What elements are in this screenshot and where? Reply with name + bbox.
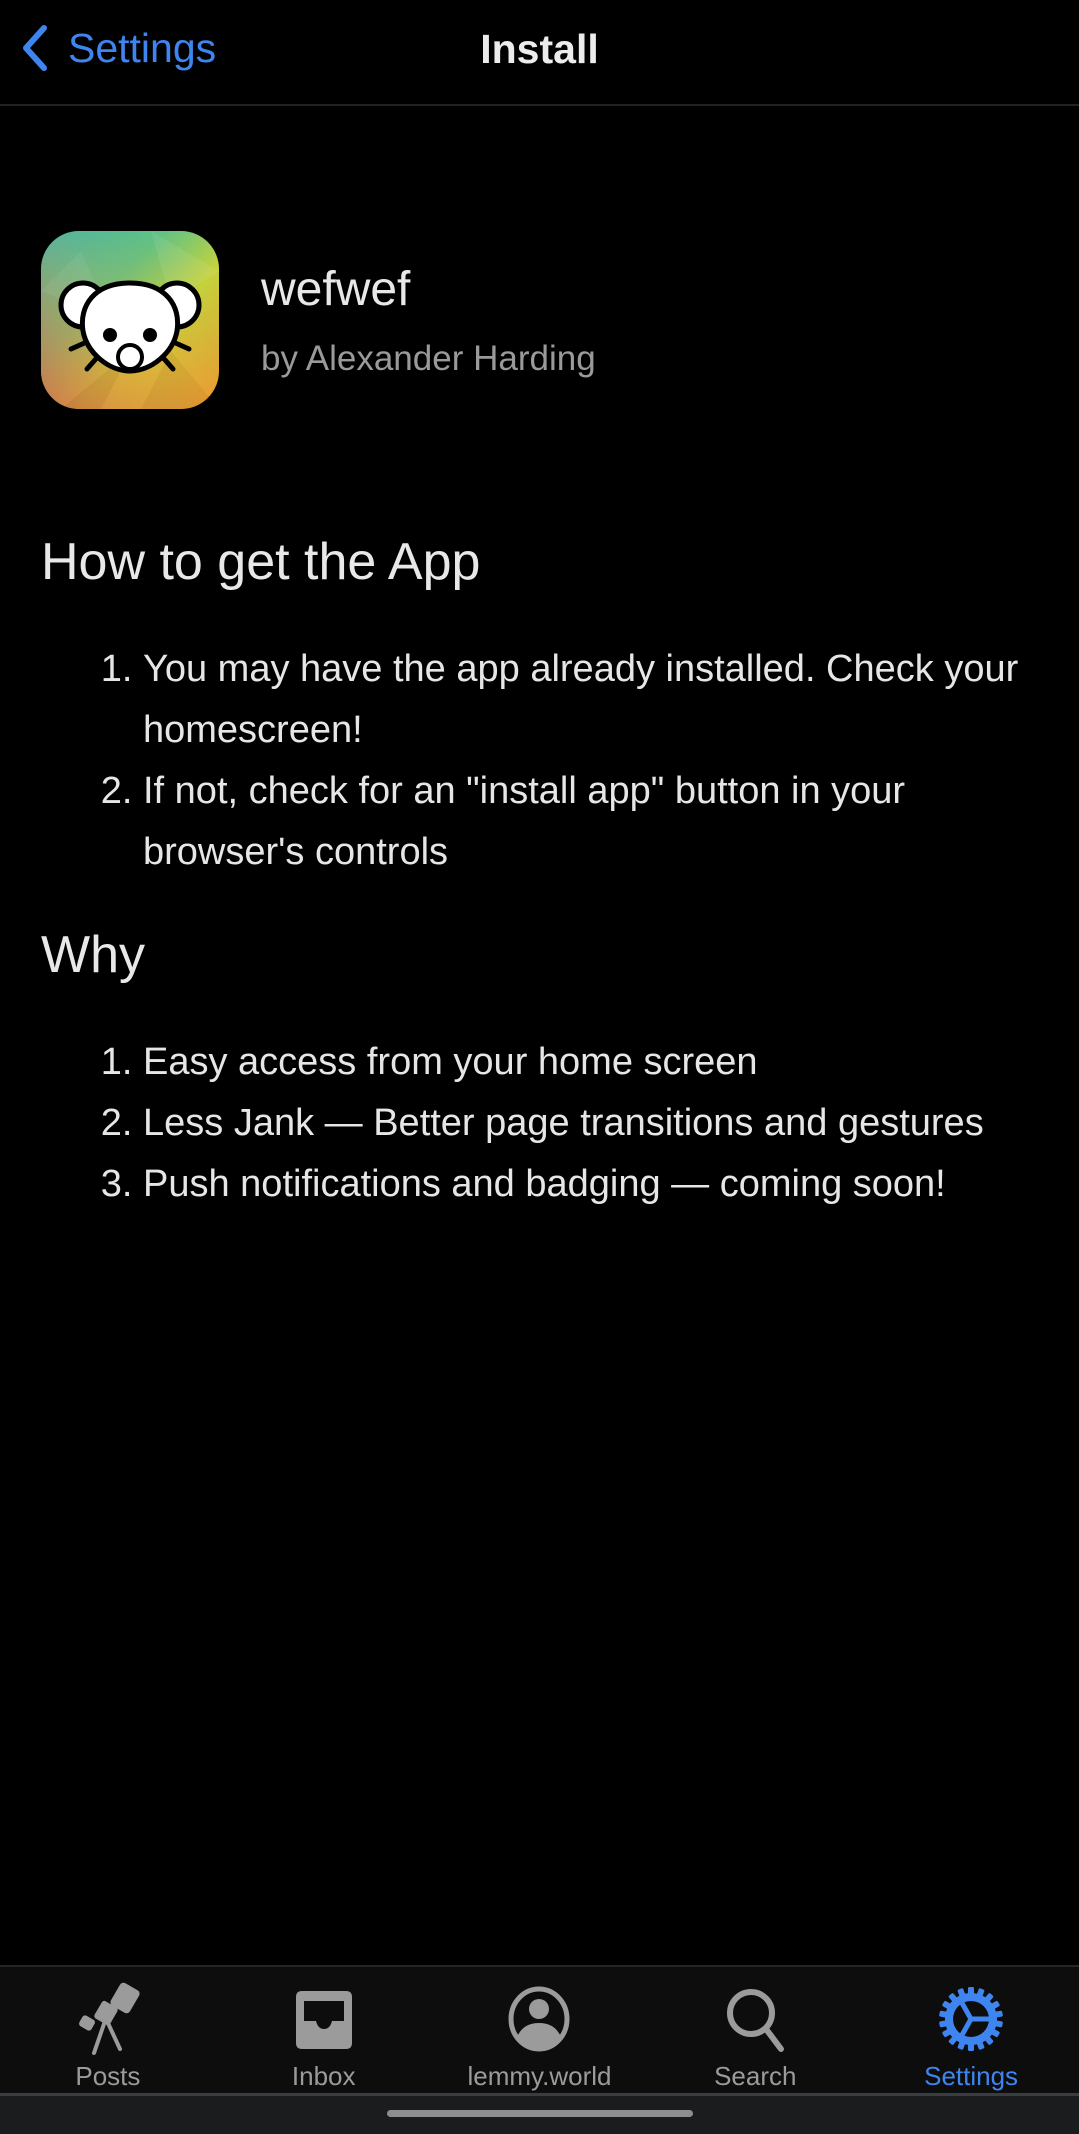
tab-posts[interactable]: Posts <box>0 1967 216 2093</box>
tab-bar: Posts Inbox lemmy.world Search Settings <box>0 1965 1079 2096</box>
tab-account[interactable]: lemmy.world <box>432 1967 648 2093</box>
app-author: by Alexander Harding <box>261 338 596 378</box>
tab-label: Settings <box>924 2061 1019 2091</box>
lemmy-mouse-icon <box>41 231 219 409</box>
section-heading-why: Why <box>41 926 145 984</box>
tab-settings[interactable]: Settings <box>863 1967 1079 2093</box>
list-item: Less Jank — Better page transitions and … <box>143 1093 1063 1154</box>
telescope-icon <box>78 1982 140 2055</box>
app-name: wefwef <box>261 262 411 316</box>
inbox-tray-icon <box>295 1991 352 2049</box>
list-item: If not, check for an "install app" butto… <box>143 761 1063 883</box>
tab-search[interactable]: Search <box>647 1967 863 2093</box>
tab-label: lemmy.world <box>467 2061 612 2091</box>
home-indicator[interactable] <box>387 2110 693 2117</box>
app-meta: wefwef by Alexander Harding <box>261 262 596 379</box>
app-icon <box>41 231 219 409</box>
nav-header: Settings Install <box>0 0 1079 106</box>
tab-label: Inbox <box>291 2061 356 2091</box>
gear-icon <box>939 1987 1003 2051</box>
home-indicator-area <box>0 2096 1079 2134</box>
list-item: You may have the app already installed. … <box>143 639 1063 761</box>
list-item: Easy access from your home screen <box>143 1032 1063 1093</box>
why-list: Easy access from your home screen Less J… <box>98 1032 1063 1215</box>
tab-label: Search <box>714 2061 797 2091</box>
list-item: Push notifications and badging — coming … <box>143 1154 1063 1215</box>
tab-label: Posts <box>75 2061 141 2091</box>
app-info: wefwef by Alexander Harding <box>41 231 596 409</box>
how-to-list: You may have the app already installed. … <box>98 639 1063 883</box>
person-circle-icon <box>508 1986 570 2052</box>
search-icon <box>727 1989 785 2052</box>
tab-inbox[interactable]: Inbox <box>216 1967 432 2093</box>
section-heading-how-to: How to get the App <box>41 533 481 591</box>
page-title: Install <box>480 26 599 72</box>
